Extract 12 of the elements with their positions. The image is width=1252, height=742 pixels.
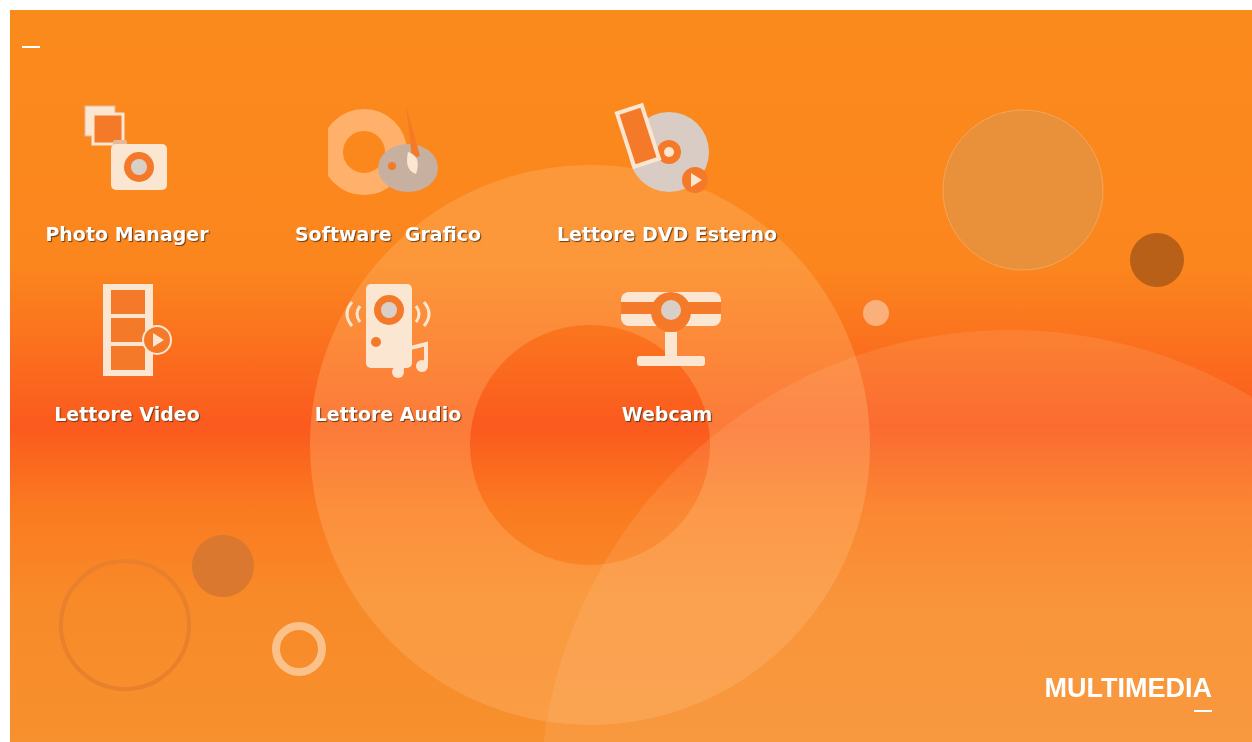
decorative-circle: [1130, 233, 1184, 287]
dash-mark: [22, 46, 40, 48]
app-launcher[interactable]: Software Grafico: [253, 100, 523, 246]
app-launcher[interactable]: Photo Manager: [10, 100, 244, 246]
app-launcher[interactable]: Lettore Audio: [253, 280, 523, 426]
underline-mark: [1194, 710, 1212, 712]
decorative-circle: [863, 300, 889, 326]
app-launcher[interactable]: Webcam: [532, 280, 802, 426]
app-launcher[interactable]: Lettore DVD Esterno: [532, 100, 802, 246]
section-title: MULTIMEDIA: [1044, 673, 1212, 704]
app-launcher[interactable]: Lettore Video: [10, 280, 244, 426]
decorative-circle: [192, 535, 254, 597]
